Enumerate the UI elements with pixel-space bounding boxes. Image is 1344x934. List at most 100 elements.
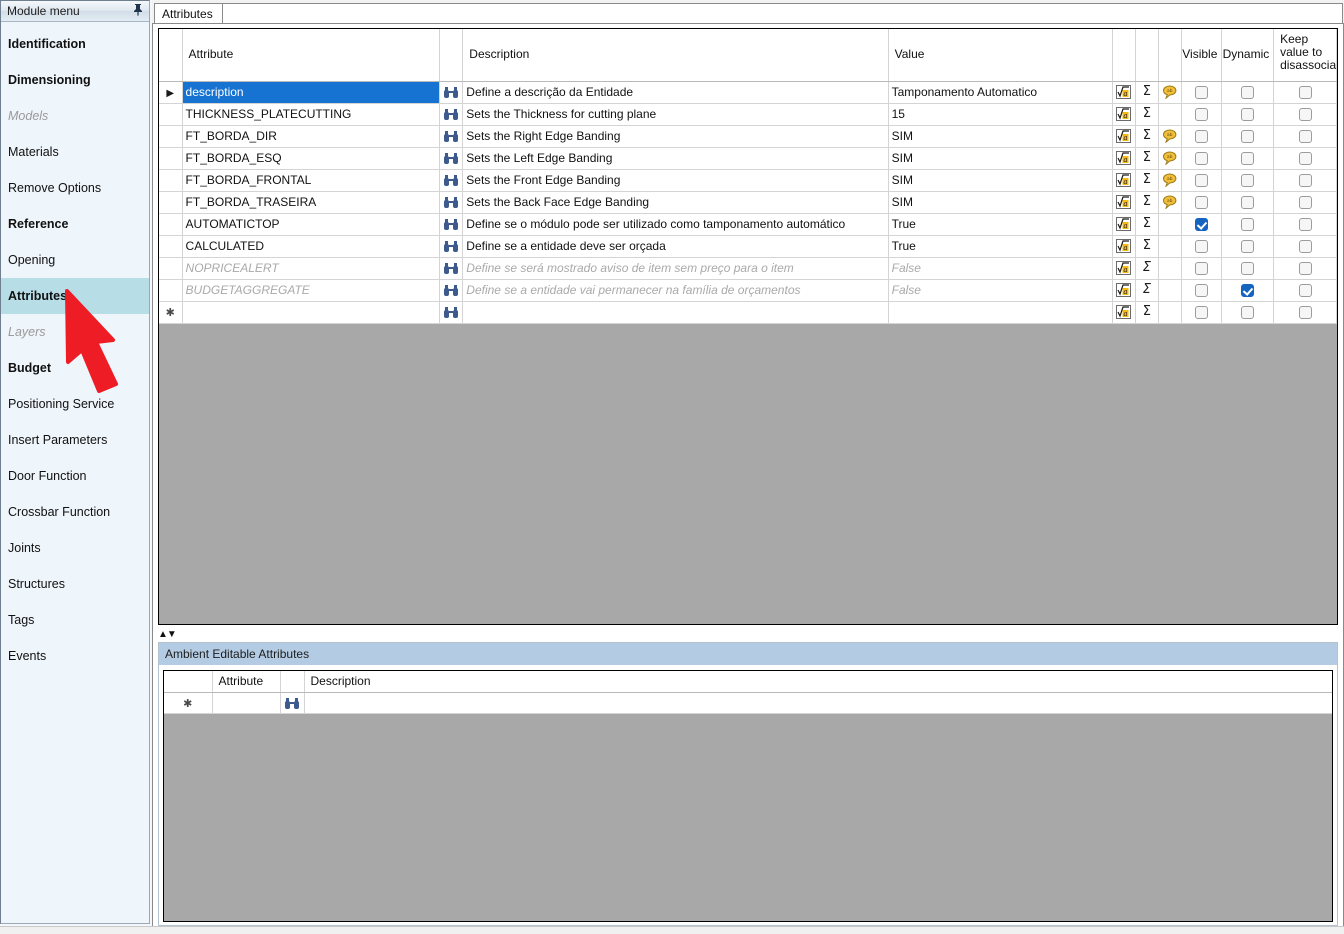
sqrt-variable-icon[interactable]: a xyxy=(1116,129,1132,144)
speech-bubble-icon[interactable]: ab xyxy=(1162,151,1178,167)
cell-comment[interactable] xyxy=(1158,213,1182,236)
sidebar-item-door-function[interactable]: Door Function xyxy=(1,458,149,494)
cell-formula[interactable]: a xyxy=(1112,169,1136,192)
cell-description[interactable]: Sets the Thickness for cutting plane xyxy=(462,103,889,126)
tab-attributes[interactable]: Attributes xyxy=(154,3,223,24)
cell-find[interactable] xyxy=(439,279,464,302)
cell-visible[interactable] xyxy=(1181,301,1222,324)
keep-value-checkbox[interactable] xyxy=(1298,262,1312,276)
cell-find[interactable] xyxy=(439,147,464,170)
sidebar-item-materials[interactable]: Materials xyxy=(1,134,149,170)
visible-checkbox[interactable] xyxy=(1194,306,1208,320)
sidebar-item-identification[interactable]: Identification xyxy=(1,26,149,62)
cell-dynamic[interactable] xyxy=(1221,103,1275,126)
cell-attribute[interactable]: THICKNESS_PLATECUTTING xyxy=(182,103,441,126)
cell-keep[interactable] xyxy=(1273,125,1337,148)
dynamic-checkbox[interactable] xyxy=(1240,218,1254,232)
cell-dynamic[interactable] xyxy=(1221,147,1275,170)
cell-find[interactable] xyxy=(439,257,464,280)
sigma-icon[interactable]: Σ xyxy=(1143,128,1151,143)
binoculars-icon[interactable] xyxy=(443,196,459,209)
cell-visible[interactable] xyxy=(1181,147,1222,170)
cell-dynamic[interactable] xyxy=(1221,81,1275,104)
cell-sum[interactable]: Σ xyxy=(1135,301,1159,324)
cell-sum[interactable]: Σ xyxy=(1135,257,1159,280)
cell-comment[interactable] xyxy=(1158,103,1182,126)
speech-bubble-icon[interactable]: ab xyxy=(1162,195,1178,211)
keep-value-checkbox[interactable] xyxy=(1298,108,1312,122)
sqrt-variable-icon[interactable]: a xyxy=(1116,283,1132,298)
cell-description[interactable]: Sets the Right Edge Banding xyxy=(462,125,889,148)
cell-visible[interactable] xyxy=(1181,125,1222,148)
sqrt-variable-icon[interactable]: a xyxy=(1116,151,1132,166)
dynamic-checkbox[interactable] xyxy=(1240,262,1254,276)
visible-checkbox[interactable] xyxy=(1194,174,1208,188)
cell-find[interactable] xyxy=(280,692,305,714)
cell-sum[interactable]: Σ xyxy=(1135,279,1159,302)
cell-attribute[interactable] xyxy=(182,301,441,324)
binoculars-icon[interactable] xyxy=(284,697,300,710)
binoculars-icon[interactable] xyxy=(443,86,459,99)
cell-visible[interactable] xyxy=(1181,191,1222,214)
table-row[interactable]: FT_BORDA_TRASEIRA Sets the Back Face Edg… xyxy=(159,191,1337,214)
sidebar-item-models[interactable]: Models xyxy=(1,98,149,134)
cell-dynamic[interactable] xyxy=(1221,235,1275,258)
cell-description[interactable]: Sets the Left Edge Banding xyxy=(462,147,889,170)
sidebar-item-dimensioning[interactable]: Dimensioning xyxy=(1,62,149,98)
sigma-icon[interactable]: Σ xyxy=(1143,282,1151,297)
cell-visible[interactable] xyxy=(1181,169,1222,192)
cell-description[interactable] xyxy=(462,301,889,324)
cell-description[interactable]: Sets the Front Edge Banding xyxy=(462,169,889,192)
cell-formula[interactable]: a xyxy=(1112,301,1136,324)
dynamic-checkbox[interactable] xyxy=(1240,306,1254,320)
keep-value-checkbox[interactable] xyxy=(1298,218,1312,232)
cell-visible[interactable] xyxy=(1181,257,1222,280)
cell-visible[interactable] xyxy=(1181,103,1222,126)
cell-description[interactable]: Define se a entidade vai permanecer na f… xyxy=(462,279,889,302)
keep-value-checkbox[interactable] xyxy=(1298,306,1312,320)
cell-attribute[interactable]: description xyxy=(182,81,441,104)
cell-comment[interactable] xyxy=(1158,235,1182,258)
binoculars-icon[interactable] xyxy=(443,130,459,143)
table-row[interactable]: FT_BORDA_FRONTAL Sets the Front Edge Ban… xyxy=(159,169,1337,192)
cell-value[interactable]: SIM xyxy=(888,169,1113,192)
cell-comment[interactable]: ab xyxy=(1158,125,1182,148)
cell-sum[interactable]: Σ xyxy=(1135,191,1159,214)
dynamic-checkbox[interactable] xyxy=(1240,284,1254,298)
cell-find[interactable] xyxy=(439,301,464,324)
cell-attribute[interactable]: FT_BORDA_FRONTAL xyxy=(182,169,441,192)
col-dynamic[interactable]: Dynamic xyxy=(1221,29,1275,82)
cell-find[interactable] xyxy=(439,103,464,126)
sidebar-item-joints[interactable]: Joints xyxy=(1,530,149,566)
cell-value[interactable]: False xyxy=(888,257,1113,280)
cell-keep[interactable] xyxy=(1273,169,1337,192)
cell-dynamic[interactable] xyxy=(1221,213,1275,236)
table-row[interactable]: AUTOMATICTOP Define se o módulo pode ser… xyxy=(159,213,1337,236)
visible-checkbox[interactable] xyxy=(1194,218,1208,232)
speech-bubble-icon[interactable]: ab xyxy=(1162,173,1178,189)
binoculars-icon[interactable] xyxy=(443,152,459,165)
col-description[interactable]: Description xyxy=(462,29,889,82)
splitter-down-arrow-icon[interactable]: ▼ xyxy=(167,629,177,640)
cell-dynamic[interactable] xyxy=(1221,279,1275,302)
binoculars-icon[interactable] xyxy=(443,306,459,319)
cell-find[interactable] xyxy=(439,169,464,192)
cell-formula[interactable]: a xyxy=(1112,279,1136,302)
sqrt-variable-icon[interactable]: a xyxy=(1116,107,1132,122)
binoculars-icon[interactable] xyxy=(443,284,459,297)
cell-description[interactable]: Define se o módulo pode ser utilizado co… xyxy=(462,213,889,236)
sidebar-item-budget[interactable]: Budget xyxy=(1,350,149,386)
cell-attribute[interactable]: FT_BORDA_TRASEIRA xyxy=(182,191,441,214)
cell-sum[interactable]: Σ xyxy=(1135,213,1159,236)
cell-value[interactable]: True xyxy=(888,213,1113,236)
cell-dynamic[interactable] xyxy=(1221,125,1275,148)
table-row[interactable]: ✱ xyxy=(164,692,1332,714)
cell-keep[interactable] xyxy=(1273,235,1337,258)
sigma-icon[interactable]: Σ xyxy=(1143,172,1151,187)
sidebar-item-crossbar-function[interactable]: Crossbar Function xyxy=(1,494,149,530)
keep-value-checkbox[interactable] xyxy=(1298,130,1312,144)
table-row[interactable]: CALCULATED Define se a entidade deve ser… xyxy=(159,235,1337,258)
visible-checkbox[interactable] xyxy=(1194,196,1208,210)
visible-checkbox[interactable] xyxy=(1194,152,1208,166)
cell-find[interactable] xyxy=(439,125,464,148)
